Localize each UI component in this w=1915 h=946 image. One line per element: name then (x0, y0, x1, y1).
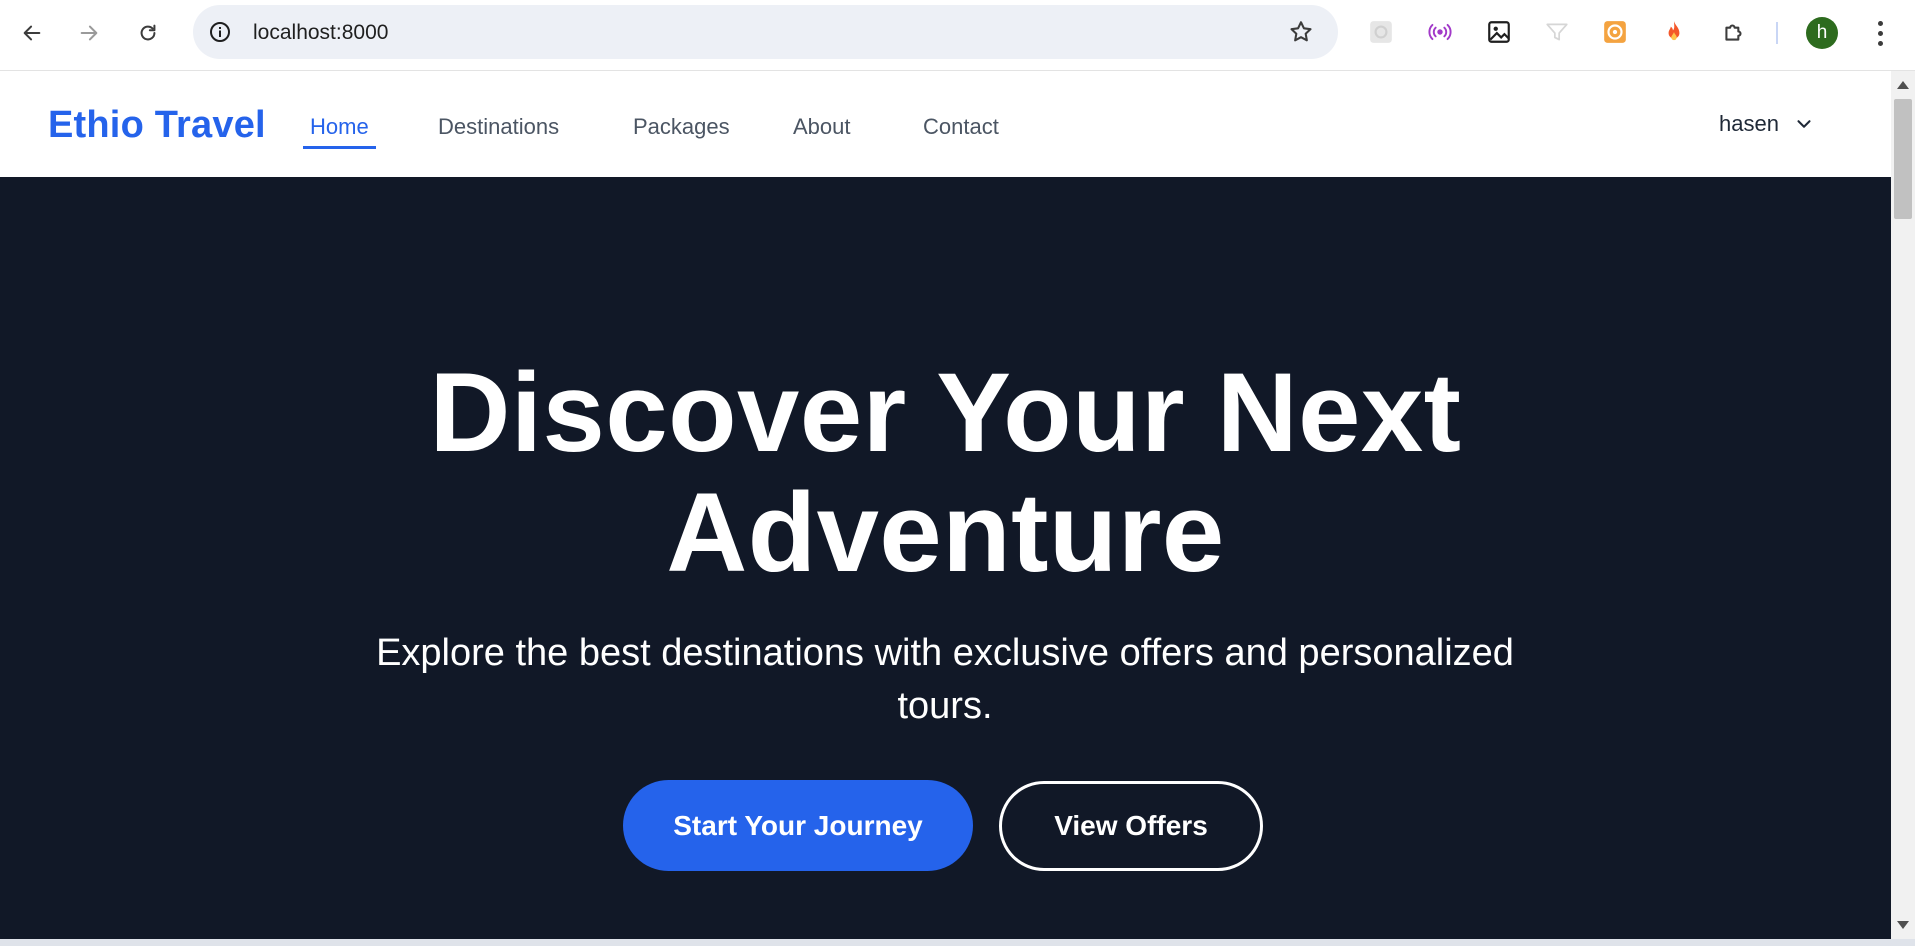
arrow-left-icon (23, 25, 41, 41)
hero-subtitle-line1: Explore the best destinations with exclu… (376, 632, 1514, 674)
view-offers-button[interactable]: View Offers (999, 781, 1263, 871)
hero-section: Discover Your Next Adventure Explore the… (0, 177, 1891, 939)
puzzle-icon[interactable] (1720, 18, 1748, 46)
broadcast-icon[interactable] (1426, 18, 1454, 46)
profile-avatar[interactable]: h (1806, 17, 1838, 49)
page-viewport: Ethio Travel Home Destinations Packages … (0, 71, 1891, 939)
hero-title: Discover Your Next Adventure (0, 353, 1891, 593)
hero-title-line1: Discover Your Next (429, 350, 1462, 475)
filter-icon[interactable] (1543, 18, 1571, 46)
brand-logo[interactable]: Ethio Travel (48, 104, 266, 147)
url-text[interactable]: localhost:8000 (253, 21, 388, 45)
user-menu[interactable]: hasen (1719, 111, 1815, 137)
nav-link-destinations[interactable]: Destinations (438, 114, 559, 140)
toolbar-separator (1776, 22, 1778, 44)
fire-icon[interactable] (1660, 18, 1688, 46)
hero-subtitle-line2: tours. (897, 685, 993, 727)
address-bar[interactable]: localhost:8000 (193, 5, 1338, 59)
star-icon[interactable] (1288, 19, 1314, 45)
scroll-up-arrow-icon[interactable] (1897, 81, 1909, 89)
extension-grey-icon[interactable] (1367, 18, 1395, 46)
reload-button[interactable] (130, 15, 166, 51)
user-name: hasen (1719, 111, 1779, 136)
nav-link-about[interactable]: About (793, 114, 851, 140)
hero-title-line2: Adventure (666, 470, 1225, 595)
site-header: Ethio Travel Home Destinations Packages … (0, 71, 1891, 177)
scroll-down-arrow-icon[interactable] (1897, 921, 1909, 929)
scrollbar-thumb[interactable] (1894, 99, 1912, 219)
browser-toolbar: localhost:8000 h (0, 0, 1915, 71)
nav-link-home[interactable]: Home (303, 114, 376, 149)
start-journey-button[interactable]: Start Your Journey (623, 780, 973, 871)
chevron-down-icon (1797, 120, 1811, 128)
nav-link-contact[interactable]: Contact (923, 114, 999, 140)
back-button[interactable] (14, 15, 50, 51)
reload-icon (140, 24, 156, 41)
orange-target-icon[interactable] (1601, 18, 1629, 46)
arrow-right-icon (80, 25, 98, 41)
nav-link-packages[interactable]: Packages (633, 114, 730, 140)
more-vert-icon[interactable] (1866, 18, 1894, 48)
info-icon[interactable] (207, 19, 233, 45)
forward-button[interactable] (71, 15, 107, 51)
page-bottom-edge (0, 939, 1915, 946)
image-icon[interactable] (1485, 18, 1513, 46)
hero-subtitle: Explore the best destinations with exclu… (345, 627, 1545, 733)
page-scrollbar[interactable] (1891, 71, 1915, 939)
